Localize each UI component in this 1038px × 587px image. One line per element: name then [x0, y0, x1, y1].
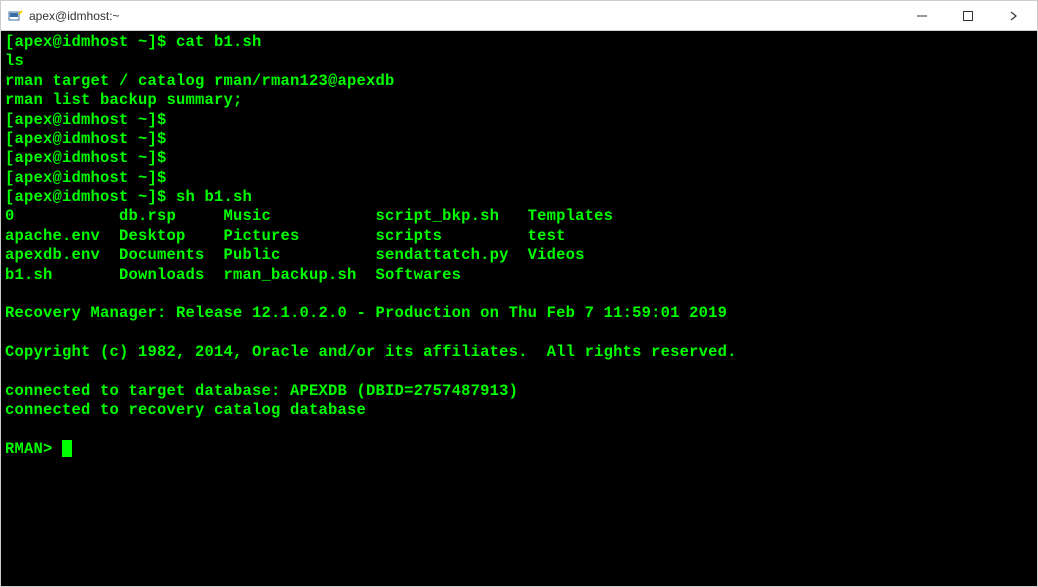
window-controls — [899, 1, 1037, 30]
shell-prompt: [apex@idmhost ~]$ — [5, 149, 176, 167]
terminal-line — [5, 421, 1033, 440]
terminal-line: [apex@idmhost ~]$ — [5, 130, 1033, 149]
terminal-line: rman target / catalog rman/rman123@apexd… — [5, 72, 1033, 91]
terminal-output: Copyright (c) 1982, 2014, Oracle and/or … — [5, 343, 737, 361]
terminal-line: connected to target database: APEXDB (DB… — [5, 382, 1033, 401]
terminal-line: Copyright (c) 1982, 2014, Oracle and/or … — [5, 343, 1033, 362]
terminal-output: apache.env Desktop Pictures scripts test — [5, 227, 566, 245]
terminal-line — [5, 324, 1033, 343]
shell-command: sh b1.sh — [176, 188, 252, 206]
shell-prompt: [apex@idmhost ~]$ — [5, 111, 176, 129]
terminal-output: Recovery Manager: Release 12.1.0.2.0 - P… — [5, 304, 727, 322]
window-title: apex@idmhost:~ — [29, 9, 899, 23]
terminal-line: [apex@idmhost ~]$ cat b1.sh — [5, 33, 1033, 52]
shell-prompt: [apex@idmhost ~]$ — [5, 130, 176, 148]
maximize-button[interactable] — [945, 1, 991, 30]
terminal-line — [5, 285, 1033, 304]
shell-prompt: [apex@idmhost ~]$ — [5, 169, 176, 187]
terminal-line: RMAN> — [5, 440, 1033, 459]
terminal-output: connected to target database: APEXDB (DB… — [5, 382, 518, 400]
terminal-output: connected to recovery catalog database — [5, 401, 366, 419]
terminal-line: b1.sh Downloads rman_backup.sh Softwares — [5, 266, 1033, 285]
shell-prompt: [apex@idmhost ~]$ — [5, 33, 176, 51]
terminal-output: RMAN> — [5, 440, 62, 458]
terminal-line: [apex@idmhost ~]$ — [5, 149, 1033, 168]
terminal-line: connected to recovery catalog database — [5, 401, 1033, 420]
terminal-line: [apex@idmhost ~]$ — [5, 111, 1033, 130]
terminal-line — [5, 362, 1033, 381]
terminal-output: rman list backup summary; — [5, 91, 243, 109]
terminal-output: ls — [5, 52, 24, 70]
terminal-line: Recovery Manager: Release 12.1.0.2.0 - P… — [5, 304, 1033, 323]
cursor — [62, 440, 72, 457]
terminal-line: [apex@idmhost ~]$ — [5, 169, 1033, 188]
terminal-output: rman target / catalog rman/rman123@apexd… — [5, 72, 395, 90]
minimize-button[interactable] — [899, 1, 945, 30]
titlebar: apex@idmhost:~ — [1, 1, 1037, 31]
terminal-output: 0 db.rsp Music script_bkp.sh Templates — [5, 207, 613, 225]
terminal-line: ls — [5, 52, 1033, 71]
terminal-line: rman list backup summary; — [5, 91, 1033, 110]
putty-icon — [7, 8, 23, 24]
shell-prompt: [apex@idmhost ~]$ — [5, 188, 176, 206]
terminal-line: 0 db.rsp Music script_bkp.sh Templates — [5, 207, 1033, 226]
terminal[interactable]: [apex@idmhost ~]$ cat b1.shlsrman target… — [1, 31, 1037, 586]
window: apex@idmhost:~ [apex@idmhost ~]$ cat b1.… — [0, 0, 1038, 587]
terminal-output: b1.sh Downloads rman_backup.sh Softwares — [5, 266, 461, 284]
terminal-line: apexdb.env Documents Public sendattatch.… — [5, 246, 1033, 265]
terminal-line: [apex@idmhost ~]$ sh b1.sh — [5, 188, 1033, 207]
shell-command: cat b1.sh — [176, 33, 262, 51]
overflow-button[interactable] — [991, 1, 1037, 30]
terminal-output: apexdb.env Documents Public sendattatch.… — [5, 246, 585, 264]
terminal-line: apache.env Desktop Pictures scripts test — [5, 227, 1033, 246]
